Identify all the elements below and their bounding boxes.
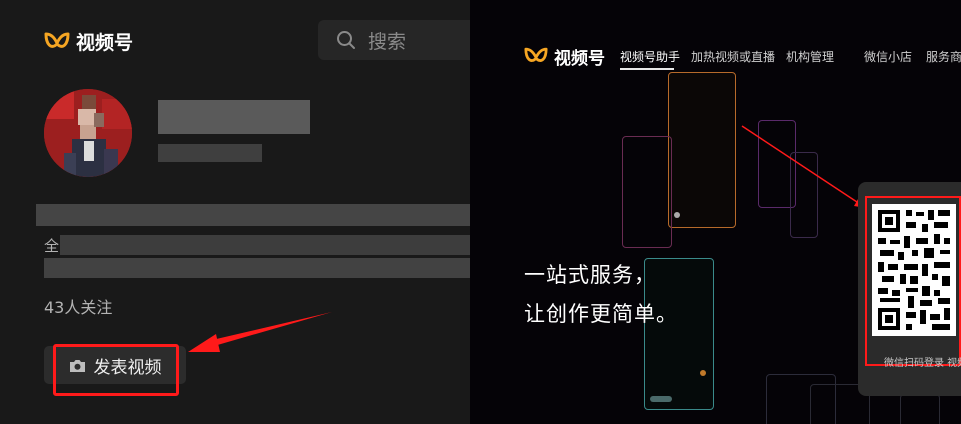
- following-count[interactable]: 43人关注: [44, 294, 112, 318]
- annotation-highlight-box: [53, 344, 179, 396]
- annotation-highlight-box: [865, 196, 961, 366]
- nav-item-boost[interactable]: 加热视频或直播: [691, 48, 775, 65]
- nav-active-underline: [620, 68, 674, 70]
- logo-butterfly-icon: [524, 47, 548, 62]
- qr-login-caption: 微信扫码登录 视频号: [884, 358, 961, 369]
- brand-logo[interactable]: 视频号: [524, 44, 605, 69]
- nav-item-service[interactable]: 服务商: [926, 48, 961, 65]
- logo-butterfly-icon: [44, 32, 70, 48]
- profile-line-fragment: 全: [44, 237, 60, 255]
- brand-name: 视频号: [76, 32, 134, 54]
- blurred-username: [158, 100, 310, 134]
- left-panel: 视频号 搜索 全 43人关注 发表视频: [0, 0, 470, 424]
- right-panel: 视频号 视频号助手 加热视频或直播 机构管理 微信小店 服务商 一站式服务， 让…: [470, 0, 961, 424]
- tagline-line-1: 一站式服务，: [524, 263, 656, 287]
- search-input[interactable]: 搜索: [318, 20, 470, 60]
- blurred-bio-line-3: [44, 258, 470, 278]
- blurred-bio-line-1: [36, 204, 470, 226]
- blurred-userid: [158, 144, 262, 162]
- blurred-bio-line-2: [60, 235, 470, 255]
- nav-item-shop[interactable]: 微信小店: [864, 48, 912, 65]
- nav-item-agency[interactable]: 机构管理: [786, 48, 834, 65]
- search-placeholder: 搜索: [368, 30, 407, 53]
- nav-item-assistant[interactable]: 视频号助手: [620, 48, 680, 65]
- avatar[interactable]: [44, 89, 132, 177]
- brand-logo[interactable]: 视频号: [44, 28, 133, 55]
- brand-name: 视频号: [554, 49, 605, 69]
- tagline-line-2: 让创作更简单。: [524, 302, 678, 326]
- search-icon: [337, 31, 355, 49]
